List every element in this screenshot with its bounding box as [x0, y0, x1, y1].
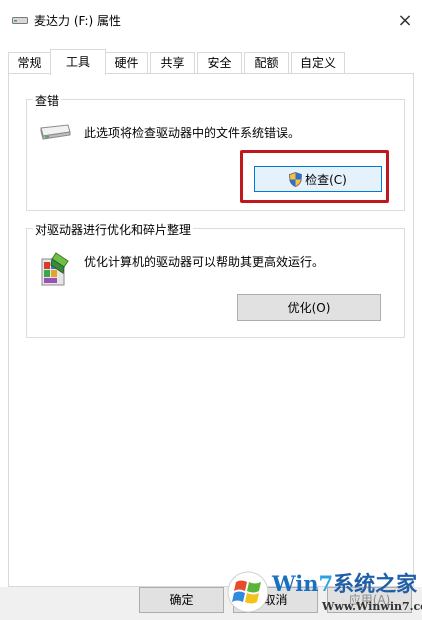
tab-sharing[interactable]: 共享 [150, 52, 195, 74]
title-bar: 麦达力 (F:) 属性 × [0, 0, 422, 40]
optimize-title: 对驱动器进行优化和碎片整理 [33, 221, 194, 238]
watermark-brand: Win7系统之家 [272, 571, 418, 596]
error-checking-description: 此选项将检查驱动器中的文件系统错误。 [84, 126, 301, 140]
tab-general[interactable]: 常规 [8, 52, 51, 74]
site-watermark: Win7系统之家 Www.Winwin7.com [226, 566, 422, 620]
tab-hardware[interactable]: 硬件 [105, 52, 148, 74]
drive-icon [12, 17, 28, 24]
optimize-group: 对驱动器进行优化和碎片整理 优化计算机的驱动器可以帮助其更高效运行。 [26, 221, 405, 338]
defrag-icon [41, 252, 69, 286]
highlight-frame [240, 150, 389, 203]
ok-button[interactable]: 确定 [139, 587, 224, 613]
optimize-button[interactable]: 优化(O) [237, 294, 381, 321]
watermark-url: Www.Winwin7.com [322, 600, 422, 613]
tab-quota[interactable]: 配额 [244, 52, 289, 74]
optimize-description: 优化计算机的驱动器可以帮助其更高效运行。 [84, 255, 325, 269]
tab-security[interactable]: 安全 [197, 52, 242, 74]
window-title: 麦达力 (F:) 属性 [34, 14, 122, 28]
optimize-button-label: 优化(O) [287, 301, 331, 315]
tab-customize[interactable]: 自定义 [291, 52, 345, 74]
tab-tools[interactable]: 工具 [50, 49, 106, 75]
hard-drive-icon [40, 124, 71, 140]
close-icon[interactable]: × [394, 10, 416, 32]
windows-logo-icon [227, 571, 269, 613]
error-checking-title: 查错 [33, 92, 62, 109]
tab-strip: 常规 工具 硬件 共享 安全 配额 自定义 [8, 49, 414, 75]
